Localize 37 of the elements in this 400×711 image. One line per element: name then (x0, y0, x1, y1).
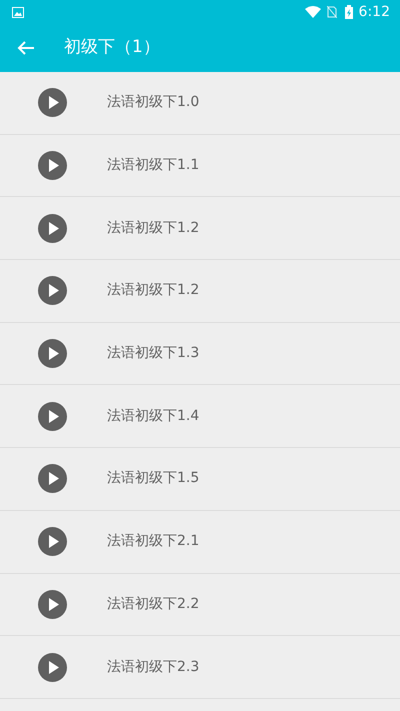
track-item[interactable]: 法语初级下1.3 (0, 322, 400, 386)
status-time: 6:12 (358, 2, 390, 22)
play-icon (38, 276, 67, 306)
track-title: 法语初级下2.1 (107, 532, 200, 552)
track-title: 法语初级下1.5 (107, 469, 200, 488)
track-item[interactable]: 法语初级下1.2 (0, 260, 400, 323)
track-item[interactable]: 法语初级下2.3 (0, 636, 400, 699)
track-item[interactable]: 法语初级下1.4 (0, 385, 400, 448)
play-icon (38, 402, 67, 431)
no-sim-icon (326, 6, 337, 18)
track-item[interactable]: 法语初级下2.1 (0, 510, 400, 574)
play-icon (38, 151, 67, 180)
track-title: 法语初级下1.4 (107, 406, 200, 426)
track-title: 法语初级下1.2 (107, 218, 200, 238)
track-title: 法语初级下2.3 (107, 658, 200, 677)
image-icon (12, 6, 24, 18)
toolbar-title: 初级下（1） (64, 36, 160, 60)
back-arrow-icon (17, 40, 35, 56)
play-icon (38, 527, 67, 556)
track-item[interactable]: 法语初级下1.2 (0, 197, 400, 260)
track-title: 法语初级下1.3 (107, 344, 200, 364)
track-title: 法语初级下1.0 (107, 93, 200, 112)
play-icon (38, 88, 67, 118)
track-title: 法语初级下1.2 (107, 281, 200, 300)
track-item[interactable]: 法语初级下1.0 (0, 72, 400, 135)
wifi-icon (304, 6, 321, 18)
track-title: 法语初级下2.2 (107, 594, 200, 614)
play-icon (38, 339, 67, 368)
track-item[interactable]: 法语初级下1.1 (0, 134, 400, 198)
play-icon (38, 214, 67, 243)
play-icon (38, 590, 67, 619)
battery-icon (344, 5, 353, 19)
track-item[interactable]: 法语初级下1.5 (0, 448, 400, 511)
track-title: 法语初级下1.1 (107, 156, 200, 176)
play-icon (38, 652, 67, 682)
play-icon (38, 464, 67, 494)
track-item[interactable]: 法语初级下2.2 (0, 574, 400, 636)
